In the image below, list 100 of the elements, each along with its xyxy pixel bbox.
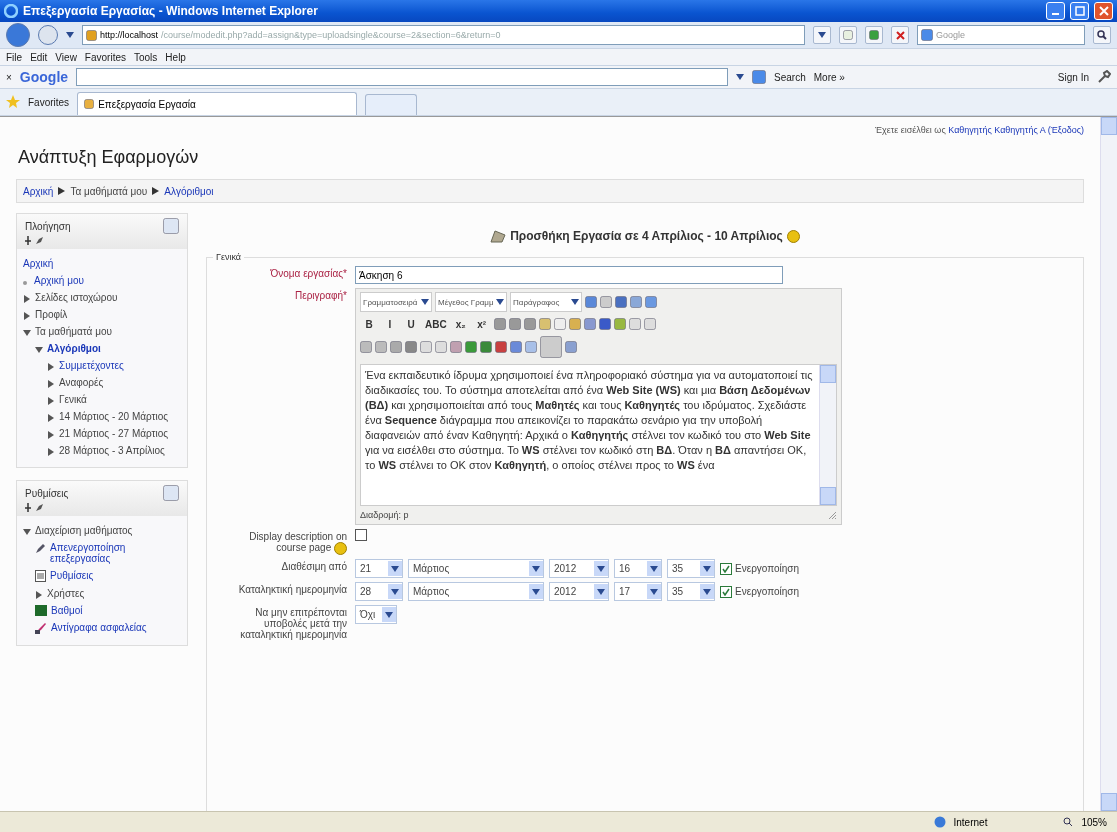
- search-button[interactable]: Search: [774, 71, 806, 83]
- menu-item[interactable]: Tools: [134, 51, 158, 63]
- nav-link[interactable]: Ρυθμίσεις: [50, 570, 94, 581]
- expanded-triangle-icon[interactable]: [35, 346, 43, 354]
- collapsed-triangle-icon[interactable]: [23, 312, 31, 320]
- month-select[interactable]: Μάρτιος: [408, 582, 544, 601]
- logout-link[interactable]: (Έξοδος): [1047, 125, 1084, 135]
- nav-link[interactable]: Αρχική μου: [34, 275, 84, 286]
- more-button[interactable]: More »: [813, 71, 845, 83]
- editor-scrollbar[interactable]: [819, 365, 836, 505]
- day-select[interactable]: 28: [355, 582, 403, 601]
- move-edit-icons-drawing[interactable]: [25, 236, 45, 245]
- help-icon[interactable]: [786, 229, 800, 243]
- refresh-button[interactable]: [865, 26, 883, 44]
- browser-tab[interactable]: Επεξεργασία Εργασία: [77, 92, 357, 115]
- collapsed-triangle-icon[interactable]: [47, 363, 55, 371]
- format-button[interactable]: U: [402, 315, 420, 333]
- breadcrumb-link[interactable]: Τα μαθήματά μου: [70, 185, 148, 197]
- expanded-triangle-icon[interactable]: [23, 528, 31, 536]
- format-button[interactable]: x₂: [451, 315, 470, 333]
- nav-item[interactable]: Χρήστες: [47, 588, 85, 599]
- nav-link[interactable]: Αντίγραφα ασφαλείας: [51, 622, 147, 633]
- field-label: Καταληκτική ημερομηνία: [237, 583, 347, 595]
- dock-icon: [163, 485, 179, 501]
- nav-link[interactable]: Συμμετέχοντες: [59, 360, 124, 371]
- checkbox[interactable]: [720, 562, 732, 575]
- address-field[interactable]: http://localhost /course/modedit.php?add=assign&type=uploadsingle&course=2&section=6&return=0: [82, 25, 805, 45]
- menu-item[interactable]: Edit: [30, 51, 48, 63]
- breadcrumb-link[interactable]: Αλγόριθμοι: [164, 185, 214, 197]
- nav-item[interactable]: Διαχείριση μαθήματος: [35, 525, 133, 536]
- toolbar-search-field[interactable]: [76, 68, 729, 86]
- collapsed-triangle-icon[interactable]: [23, 295, 31, 303]
- sign-in-link[interactable]: Sign In: [1057, 71, 1089, 83]
- format-button[interactable]: B: [360, 315, 378, 333]
- collapsed-triangle-icon[interactable]: [47, 380, 55, 388]
- dropdown-arrow-icon: [532, 565, 540, 572]
- field-label: Display description on course page: [248, 530, 347, 555]
- wrench-icon[interactable]: [1097, 70, 1111, 84]
- user-link[interactable]: Καθηγητής Καθηγητής Α: [948, 125, 1046, 135]
- editor-dropdown[interactable]: Γραμματοσειρά: [360, 292, 432, 312]
- breadcrumb-link[interactable]: Αρχική: [23, 185, 54, 197]
- format-button[interactable]: I: [381, 315, 399, 333]
- stop-button[interactable]: [891, 26, 909, 44]
- expanded-triangle-icon[interactable]: [23, 329, 31, 337]
- nav-item[interactable]: 28 Μάρτιος - 3 Απρίλιος: [59, 445, 165, 456]
- nav-item[interactable]: Τα μαθήματά μου: [35, 326, 112, 337]
- forward-button[interactable]: [38, 25, 58, 45]
- month-select[interactable]: Μάρτιος: [408, 559, 544, 578]
- nav-item[interactable]: Σελίδες ιστοχώρου: [35, 292, 118, 303]
- format-button[interactable]: ABC: [423, 315, 449, 333]
- nav-item[interactable]: 14 Μάρτιος - 20 Μάρτιος: [59, 411, 169, 422]
- page-scrollbar[interactable]: [1100, 117, 1117, 811]
- year-select[interactable]: 2012: [549, 559, 609, 578]
- move-edit-icons-drawing[interactable]: [25, 503, 45, 512]
- menu-item[interactable]: Favorites: [84, 51, 126, 63]
- help-icon[interactable]: [334, 542, 347, 555]
- minute-select[interactable]: 35: [667, 582, 715, 601]
- zoom-level[interactable]: 105%: [1081, 816, 1107, 828]
- nav-link[interactable]: Απενεργοποίηση επεξεργασίας: [50, 542, 181, 564]
- dropdown-button[interactable]: [813, 26, 831, 44]
- resize-grip-icon[interactable]: [828, 510, 837, 520]
- collapsed-triangle-icon[interactable]: [47, 414, 55, 422]
- hour-select[interactable]: 17: [614, 582, 662, 601]
- nav-item[interactable]: Προφίλ: [35, 309, 68, 320]
- yes-no-select[interactable]: Όχι: [355, 605, 397, 624]
- minimize-button[interactable]: [1046, 2, 1065, 20]
- menu-item[interactable]: File: [6, 51, 23, 63]
- dropdown-arrow-icon: [391, 565, 399, 572]
- close-button[interactable]: [1094, 2, 1113, 20]
- collapsed-triangle-icon[interactable]: [35, 591, 43, 599]
- checkbox[interactable]: [355, 529, 367, 541]
- nav-link[interactable]: Αλγόριθμοι: [47, 343, 101, 354]
- close-icon: [895, 30, 905, 40]
- search-button[interactable]: [1093, 26, 1111, 44]
- day-select[interactable]: 21: [355, 559, 403, 578]
- favorites-button[interactable]: Favorites: [28, 96, 70, 108]
- menu-item[interactable]: View: [55, 51, 77, 63]
- collapsed-triangle-icon[interactable]: [47, 431, 55, 439]
- nav-item[interactable]: Γενικά: [59, 394, 87, 405]
- nav-link[interactable]: Αρχική: [23, 258, 54, 269]
- checkbox[interactable]: [720, 585, 732, 598]
- collapsed-triangle-icon[interactable]: [47, 397, 55, 405]
- minute-select[interactable]: 35: [667, 559, 715, 578]
- nav-link[interactable]: Βαθμοί: [51, 605, 83, 616]
- name-input[interactable]: Άσκηση 6: [355, 266, 783, 284]
- dropdown-arrow-icon: [391, 588, 399, 595]
- back-button[interactable]: [6, 23, 30, 47]
- format-button[interactable]: x²: [472, 315, 491, 333]
- toolbar-close-button[interactable]: ×: [6, 71, 12, 83]
- year-select[interactable]: 2012: [549, 582, 609, 601]
- nav-item[interactable]: 21 Μάρτιος - 27 Μάρτιος: [59, 428, 169, 439]
- editor-dropdown[interactable]: Μέγεθος Γραμμ: [435, 292, 507, 312]
- menu-item[interactable]: Help: [165, 51, 186, 63]
- collapsed-triangle-icon[interactable]: [47, 448, 55, 456]
- maximize-button[interactable]: [1070, 2, 1089, 20]
- dropdown-arrow-icon: [496, 299, 504, 305]
- search-icon: [1097, 30, 1107, 40]
- hour-select[interactable]: 16: [614, 559, 662, 578]
- editor-dropdown[interactable]: Παράγραφος: [510, 292, 582, 312]
- nav-item[interactable]: Αναφορές: [59, 377, 104, 388]
